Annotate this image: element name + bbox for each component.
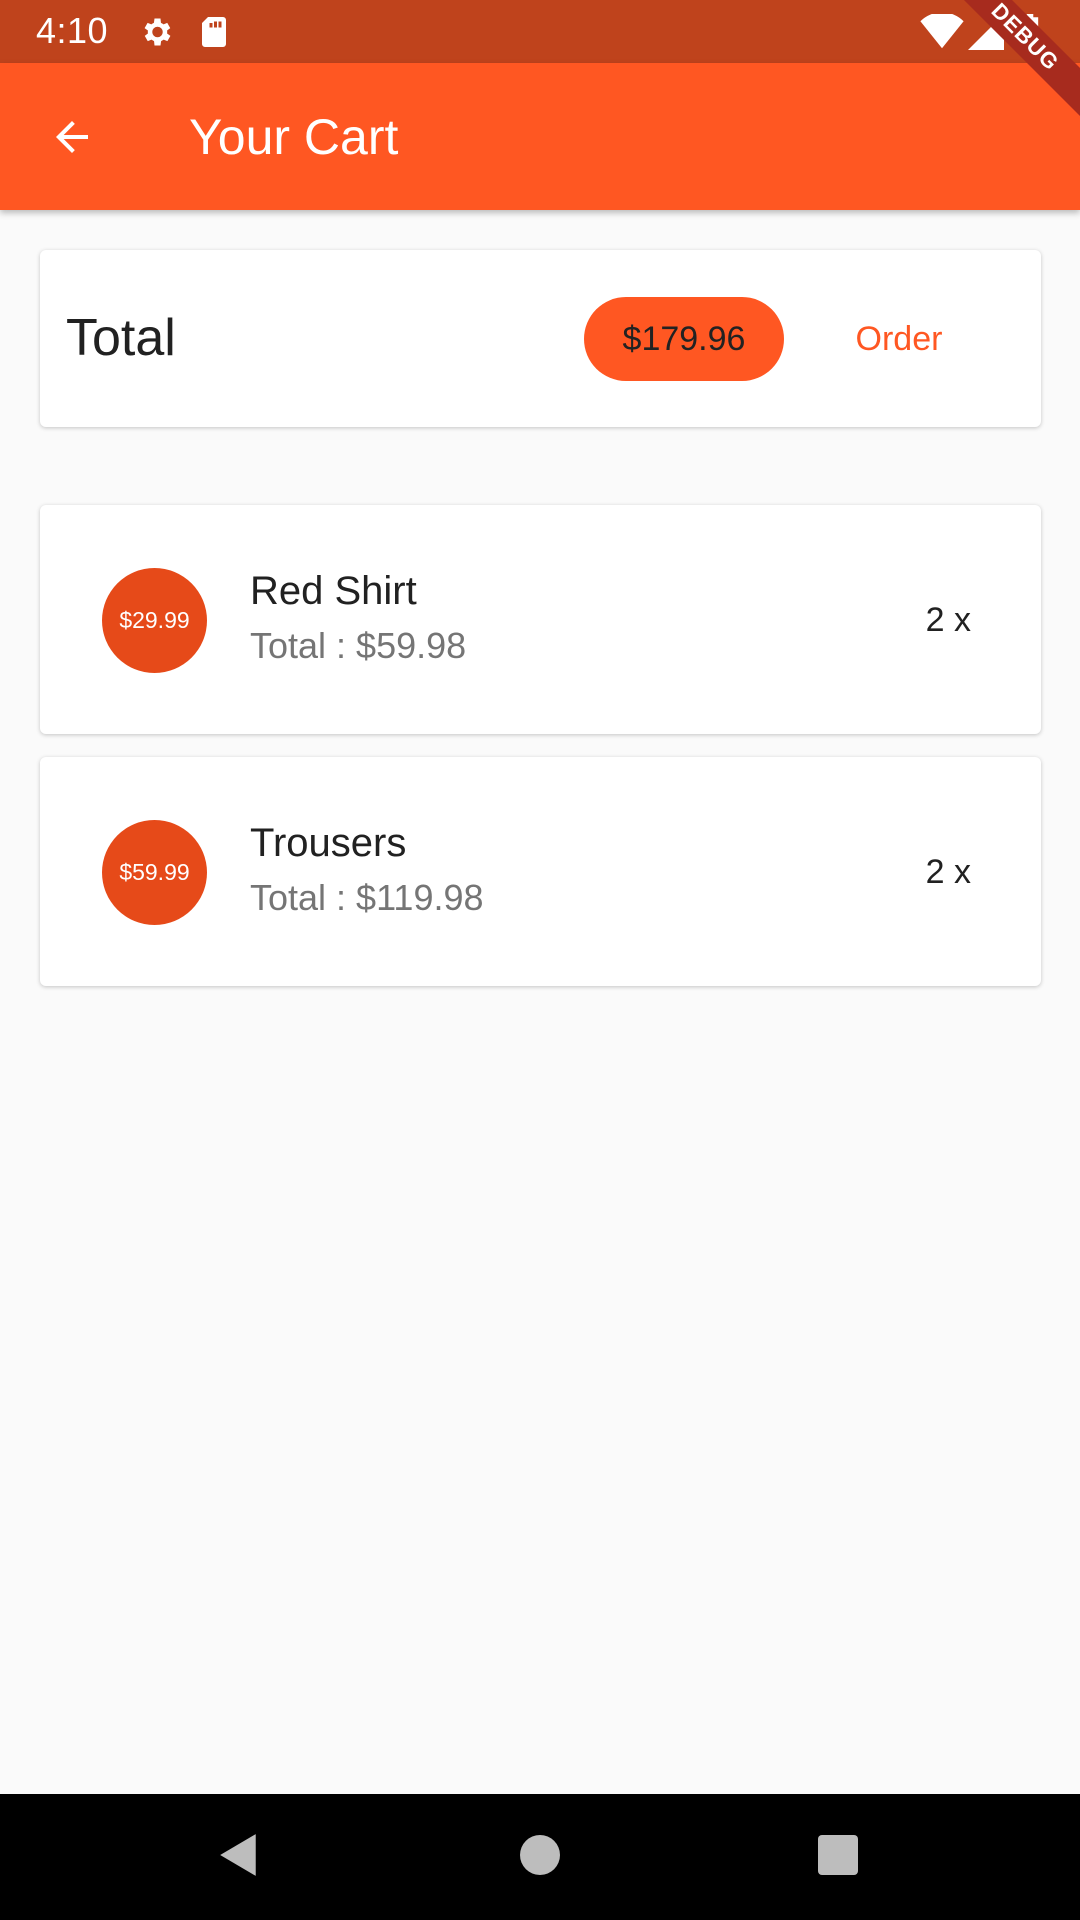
- wifi-icon: [920, 12, 964, 55]
- item-quantity: 2 x: [925, 853, 971, 891]
- price-avatar: $29.99: [102, 568, 207, 673]
- order-button-label: Order: [855, 319, 943, 358]
- total-amount-chip: $179.96: [584, 297, 784, 381]
- back-triangle-icon: [218, 1832, 260, 1883]
- item-total: Total : $59.98: [250, 625, 467, 666]
- cart-item: $59.99 Trousers Total : $119.98 2 x: [40, 757, 1041, 986]
- back-button[interactable]: [34, 101, 110, 177]
- total-label: Total: [66, 309, 176, 367]
- nav-home-button[interactable]: [515, 1832, 565, 1882]
- home-circle-icon: [520, 1834, 560, 1880]
- system-nav-bar: [0, 1794, 1080, 1920]
- sd-card-icon: [198, 14, 230, 55]
- item-quantity: 2 x: [925, 601, 971, 639]
- gear-icon: [138, 14, 174, 55]
- total-amount: $179.96: [622, 319, 746, 358]
- nav-recents-button[interactable]: [813, 1832, 863, 1882]
- status-bar: 4:10: [0, 0, 1080, 63]
- item-price: $59.99: [119, 859, 190, 885]
- item-name: Trousers: [250, 821, 407, 865]
- page-title: Your Cart: [189, 109, 399, 165]
- recents-square-icon: [818, 1834, 858, 1880]
- app-bar: Your Cart: [0, 63, 1080, 210]
- total-card: Total $179.96 Order: [40, 250, 1041, 427]
- cart-item: $29.99 Red Shirt Total : $59.98 2 x: [40, 505, 1041, 734]
- item-total: Total : $119.98: [250, 877, 484, 918]
- item-price: $29.99: [119, 607, 190, 633]
- nav-back-button[interactable]: [214, 1832, 264, 1882]
- item-name: Red Shirt: [250, 569, 417, 613]
- arrow-back-icon: [48, 113, 96, 166]
- status-time: 4:10: [36, 10, 109, 51]
- price-avatar: $59.99: [102, 820, 207, 925]
- order-button[interactable]: Order: [824, 297, 974, 381]
